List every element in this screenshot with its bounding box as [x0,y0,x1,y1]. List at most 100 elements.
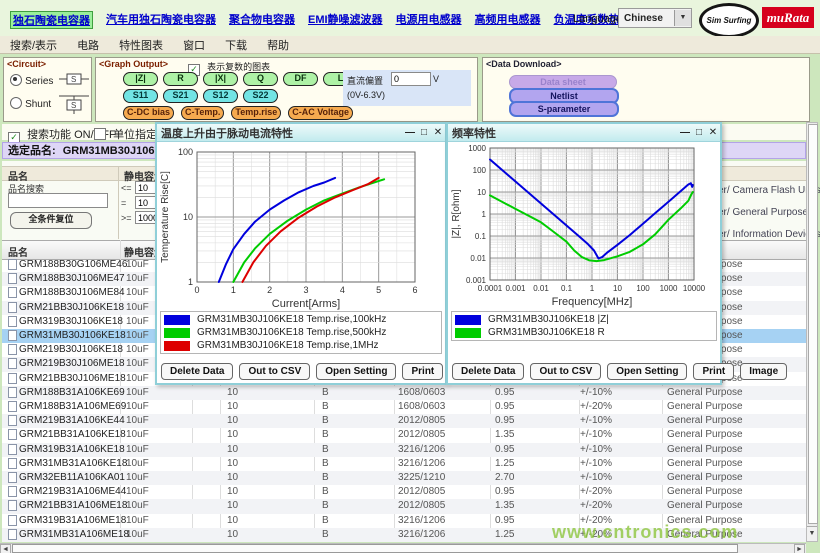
out-to-csv-button[interactable]: Out to CSV [239,363,310,380]
horizontal-scrollbar[interactable]: ◄ ► [0,543,806,553]
out-to-csv-button[interactable]: Out to CSV [530,363,601,380]
data-download-title: <Data Download> [486,59,562,69]
menu-item-6[interactable]: 帮助 [267,37,289,53]
scroll-right-icon[interactable]: ► [794,544,805,553]
menu-item-4[interactable]: 窗口 [183,37,205,53]
scroll-down-icon[interactable]: ▼ [807,526,817,541]
scroll-left-icon[interactable]: ◄ [0,544,11,553]
graph-btn-c-dc-bias[interactable]: C-DC bias [123,106,174,120]
nav-link-4[interactable]: EMI静噪滤波器 [308,11,383,29]
svg-text:10000: 10000 [683,284,706,293]
shunt-radio[interactable]: Shunt [10,97,51,110]
table-row[interactable]: GRM319B31A106KE1810uF10B3216/12060.95+/-… [2,443,806,457]
part-number-cell: GRM188B30G106ME46 [19,259,127,270]
cap-cell: 10uF [126,500,149,511]
application-filter-option-3[interactable]: er/ Information Devices [718,229,820,240]
vertical-scrollbar[interactable]: ▼ [806,122,818,542]
graph-btn-s12[interactable]: S12 [203,89,238,103]
open-setting-button[interactable]: Open Setting [607,363,687,380]
table-row[interactable]: GRM21BB31A106KE1810uF10B2012/08051.35+/-… [2,428,806,442]
graph-btn-s21[interactable]: S21 [163,89,198,103]
table-row[interactable]: GRM219B31A106ME4410uF10B2012/08050.95+/-… [2,485,806,499]
cap-cell: 10uF [126,486,149,497]
thickness-cell: 1.35 [495,500,514,511]
document-icon [8,344,17,355]
nav-link-3[interactable]: 聚合物电容器 [229,11,295,29]
svg-text:2: 2 [267,285,272,295]
graph-btn-df[interactable]: DF [283,72,318,86]
cap-cell: 10uF [126,330,149,341]
menu-item-3[interactable]: 特性图表 [119,37,163,53]
temp-rise-window-titlebar[interactable]: 温度上升由于脉动电流特性 — □ ✕ [157,124,445,142]
data-download-panel: <Data Download> Data sheetNetlistS-param… [482,57,810,122]
cap-cell: 10uF [126,529,149,540]
close-icon[interactable]: ✕ [431,127,445,138]
graph-btn-z[interactable]: |Z| [123,72,158,86]
graph-btn-s11[interactable]: S11 [123,89,158,103]
legend-entry: GRM31MB30J106KE18 Temp.rise,1MHz [161,339,441,352]
name-search-input[interactable] [8,193,108,208]
radio-unselected-icon[interactable] [10,97,22,109]
checkbox-unchecked-icon[interactable] [94,128,106,140]
maximize-icon[interactable]: □ [692,127,706,138]
application-filter-option-1[interactable]: er/ Camera Flash Units [718,185,820,196]
svg-text:10: 10 [183,212,193,222]
maximize-icon[interactable]: □ [417,127,431,138]
table-row[interactable]: GRM31MB31A106KE1810uF10B3216/12061.25+/-… [2,457,806,471]
print-button[interactable]: Print [402,363,443,380]
menu-item-5[interactable]: 下载 [225,37,247,53]
series-radio-label: Series [25,76,53,87]
tc-cell: B [322,429,329,440]
vertical-scrollbar-thumb[interactable] [808,124,818,524]
part-number-cell: GRM188B30J106ME84 [19,287,125,298]
menu-item-2[interactable]: 电路 [77,37,99,53]
close-icon[interactable]: ✕ [706,127,720,138]
thickness-cell: 0.95 [495,486,514,497]
nav-link-6[interactable]: 高频用电感器 [475,11,541,29]
graph-btn-temp-rise[interactable]: Temp.rise [231,106,281,120]
nav-link-2[interactable]: 汽车用独石陶瓷电容器 [106,11,216,29]
dropdown-arrow-icon[interactable]: ▼ [674,10,691,26]
tc-cell: B [322,387,329,398]
column-header-name[interactable]: 品名 [8,244,28,259]
radio-selected-icon[interactable] [10,74,22,86]
table-row[interactable]: GRM21BB31A106ME1810uF10B2012/08051.35+/-… [2,499,806,513]
series-radio[interactable]: Series [10,74,53,87]
table-row[interactable]: GRM32EB11A106KA0110uF10B3225/12102.70+/-… [2,471,806,485]
graph-btn-x[interactable]: |X| [203,72,238,86]
s-parameter-button[interactable]: S-parameter [509,101,619,117]
cap-cell: 10uF [126,515,149,526]
delete-data-button[interactable]: Delete Data [161,363,233,380]
app-cell: General Purpose [667,387,743,398]
part-number-cell: GRM31MB30J106KE18 [19,330,126,341]
table-row[interactable]: GRM188B31A106ME6910uF10B1608/06030.95+/-… [2,400,806,414]
part-number-cell: GRM21BB31A106KE18 [19,429,126,440]
reset-all-conditions-button[interactable]: 全条件复位 [10,212,92,229]
nav-link-1[interactable]: 独石陶瓷电容器 [10,11,93,29]
delete-data-button[interactable]: Delete Data [452,363,524,380]
graph-btn-r[interactable]: R [163,72,198,86]
svg-text:5: 5 [376,285,381,295]
thickness-cell: 0.95 [495,401,514,412]
print-button[interactable]: Print [693,363,734,380]
application-filter-option-2[interactable]: er/ General Purpose [718,207,808,218]
minimize-icon[interactable]: — [678,127,692,138]
horizontal-scrollbar-thumb[interactable] [12,544,738,553]
minimize-icon[interactable]: — [403,127,417,138]
nav-link-5[interactable]: 电源用电感器 [396,11,462,29]
unit-specify-checkbox[interactable]: 单位指定 [94,126,157,142]
table-row[interactable]: GRM219B31A106KE4410uF10B2012/08050.95+/-… [2,414,806,428]
document-icon [8,330,17,341]
graph-btn-s22[interactable]: S22 [243,89,278,103]
frequency-window-titlebar[interactable]: 频率特性 — □ ✕ [448,124,720,142]
graph-btn-c-temp-[interactable]: C-Temp. [181,106,224,120]
graph-btn-c-ac-voltage[interactable]: C-AC Voltage [288,106,353,120]
image-button[interactable]: Image [740,363,787,380]
table-row[interactable]: GRM188B31A106KE6910uF10B1608/06030.95+/-… [2,386,806,400]
menu-item-1[interactable]: 搜索/表示 [10,37,57,53]
svg-text:Temperature Rise[C]: Temperature Rise[C] [160,171,171,263]
graph-btn-q[interactable]: Q [243,72,278,86]
language-select[interactable]: Chinese ▼ [618,8,692,28]
dc-bias-input[interactable] [391,72,431,86]
open-setting-button[interactable]: Open Setting [316,363,396,380]
